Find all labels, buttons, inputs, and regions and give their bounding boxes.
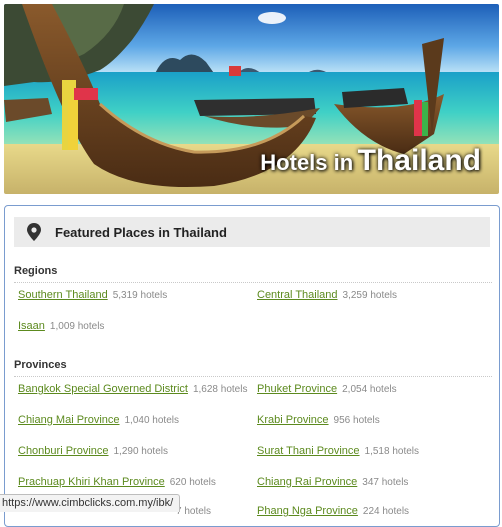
region-count: 3,259 hotels bbox=[342, 290, 398, 301]
featured-places-panel: Featured Places in Thailand Regions Sout… bbox=[4, 205, 500, 527]
province-item: Krabi Province 956 hotels bbox=[257, 414, 380, 426]
province-link[interactable]: Surat Thani Province bbox=[257, 445, 360, 457]
province-item: Phuket Province 2,054 hotels bbox=[257, 383, 397, 395]
province-count: 1,518 hotels bbox=[364, 446, 420, 457]
province-item: Phang Nga Province 224 hotels bbox=[257, 505, 409, 517]
province-link[interactable]: Krabi Province bbox=[257, 414, 329, 426]
province-count: 347 hotels bbox=[362, 477, 409, 488]
hero-title: Hotels in Thailand bbox=[260, 144, 481, 178]
browser-status-bar: https://www.cimbclicks.com.my/ibk/ bbox=[0, 494, 181, 512]
province-item: Prachuap Khiri Khan Province 620 hotels bbox=[18, 476, 216, 488]
province-item: Chiang Mai Province 1,040 hotels bbox=[18, 414, 179, 426]
province-item: Bangkok Special Governed District 1,628 h… bbox=[18, 383, 247, 395]
province-link[interactable]: Phuket Province bbox=[257, 383, 337, 395]
province-link[interactable]: Prachuap Khiri Khan Province bbox=[18, 476, 165, 488]
province-count: 1,290 hotels bbox=[113, 446, 169, 457]
province-link[interactable]: Phang Nga Province bbox=[257, 505, 358, 517]
regions-heading: Regions bbox=[14, 265, 58, 277]
hero-banner: Hotels in Thailand bbox=[4, 4, 499, 194]
province-link[interactable]: Chonburi Province bbox=[18, 445, 109, 457]
province-item: Chiang Rai Province 347 hotels bbox=[257, 476, 408, 488]
hero-title-prefix: Hotels in bbox=[260, 150, 354, 175]
province-link[interactable]: Chiang Mai Province bbox=[18, 414, 120, 426]
region-item: Isaan 1,009 hotels bbox=[18, 320, 104, 332]
province-count: 1,040 hotels bbox=[124, 415, 180, 426]
region-count: 5,319 hotels bbox=[112, 290, 168, 301]
province-count: 2,054 hotels bbox=[342, 384, 397, 395]
region-link[interactable]: Southern Thailand bbox=[18, 289, 108, 301]
regions-divider bbox=[14, 282, 492, 283]
province-count: 956 hotels bbox=[333, 415, 380, 426]
panel-header: Featured Places in Thailand bbox=[14, 217, 490, 247]
province-count: 620 hotels bbox=[169, 477, 216, 488]
region-item: Central Thailand 3,259 hotels bbox=[257, 289, 397, 301]
province-item: Chonburi Province 1,290 hotels bbox=[18, 445, 168, 457]
map-pin-icon bbox=[27, 223, 41, 241]
province-count: 1,628 hotels bbox=[192, 384, 248, 395]
provinces-divider bbox=[14, 376, 492, 377]
hero-title-country: Thailand bbox=[357, 144, 481, 177]
region-count: 1,009 hotels bbox=[49, 321, 105, 332]
provinces-heading: Provinces bbox=[14, 359, 67, 371]
province-link[interactable]: Chiang Rai Province bbox=[257, 476, 357, 488]
province-item: Surat Thani Province 1,518 hotels bbox=[257, 445, 419, 457]
region-item: Southern Thailand 5,319 hotels bbox=[18, 289, 167, 301]
province-link[interactable]: Bangkok Special Governed District bbox=[18, 383, 188, 395]
panel-title: Featured Places in Thailand bbox=[55, 224, 227, 240]
region-link[interactable]: Isaan bbox=[18, 320, 45, 332]
region-link[interactable]: Central Thailand bbox=[257, 289, 338, 301]
